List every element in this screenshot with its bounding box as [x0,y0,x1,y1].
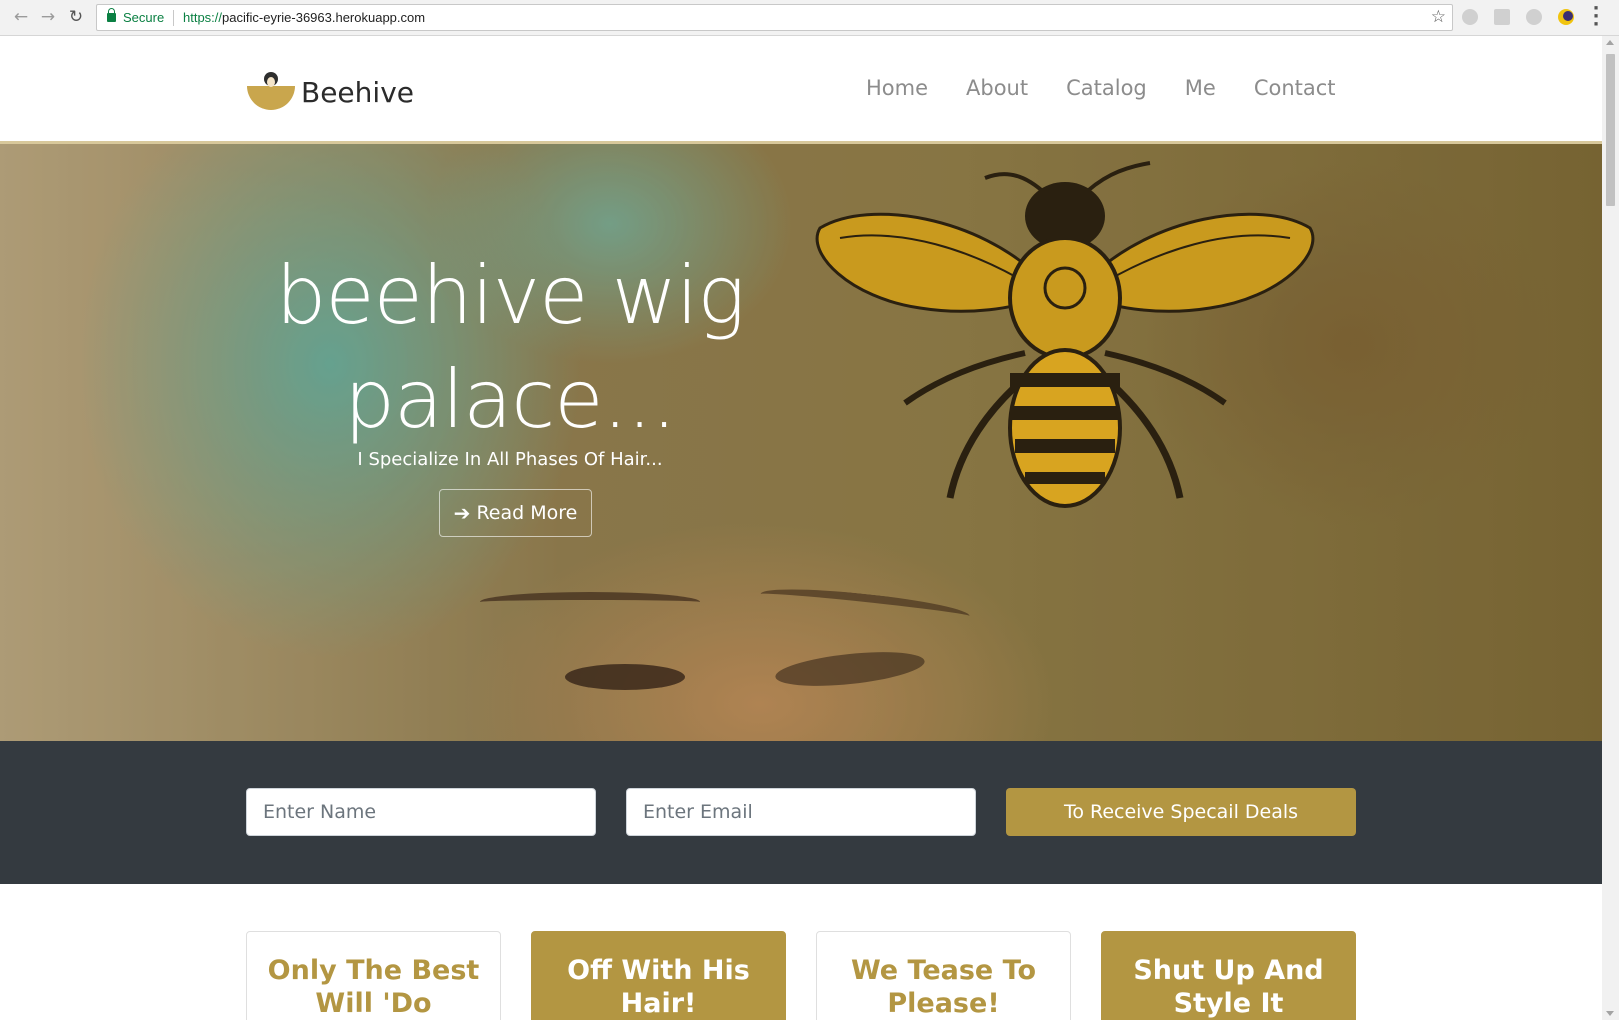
browser-toolbar: ← → ↻ Secure https://pacific-eyrie-36963… [0,0,1619,36]
scroll-up-arrow-icon[interactable] [1606,40,1614,45]
hero-title-line1: beehive wig [275,249,746,342]
card-title-line: We Tease To [850,955,1037,986]
scroll-thumb[interactable] [1606,54,1615,206]
hero-photo-detail [480,592,700,612]
bee-illustration-icon [815,161,1315,508]
brand-name: Beehive [301,75,414,109]
site-navbar: Beehive Home About Catalog Me Contact [0,36,1602,144]
feature-card: Shut Up And Style It [1101,931,1356,1020]
nav-link-me[interactable]: Me [1185,76,1216,100]
extension-icon[interactable] [1526,9,1542,25]
lock-icon [107,8,116,22]
hero-title-line2: palace... [344,353,677,446]
browser-menu-icon[interactable]: · · · [1591,0,1601,34]
address-divider [173,10,174,26]
hero-title: beehive wig palace... [240,244,780,452]
nav-link-home[interactable]: Home [866,76,928,100]
reload-icon[interactable]: ↻ [66,7,86,27]
feature-card: Only The Best Will 'Do [246,931,501,1020]
page-scrollbar[interactable] [1602,36,1619,1020]
arrow-right-icon: ➔ [453,501,471,525]
read-more-label: Read More [476,502,578,524]
hero-banner: beehive wig palace... I Specialize In Al… [0,144,1602,741]
beehive-logo-icon [247,72,295,112]
url-host: pacific-eyrie-36963.herokuapp.com [222,10,426,25]
bookmark-star-icon[interactable]: ☆ [1431,7,1446,27]
feature-card: Off With His Hair! [531,931,786,1020]
nav-links: Home About Catalog Me Contact [866,76,1374,100]
nav-link-catalog[interactable]: Catalog [1066,76,1147,100]
card-title-line: Only The Best [267,955,480,986]
read-more-button[interactable]: ➔ Read More [439,489,592,537]
nav-link-contact[interactable]: Contact [1254,76,1336,100]
subscribe-button[interactable]: To Receive Specail Deals [1006,788,1356,836]
secure-label: Secure [123,10,165,25]
card-title-line: Please! [887,988,1000,1019]
brand[interactable]: Beehive [247,72,414,112]
feature-card: We Tease To Please! [816,931,1071,1020]
subscribe-band: To Receive Specail Deals [0,741,1602,884]
back-arrow-icon[interactable]: ← [11,7,31,27]
extension-icon[interactable] [1462,9,1478,25]
name-input[interactable] [246,788,596,836]
feature-cards: Only The Best Will 'Do Off With His Hair… [0,884,1602,1020]
url-scheme: https:// [183,10,223,25]
card-title-line: Will 'Do [315,988,432,1019]
nav-link-about[interactable]: About [966,76,1028,100]
extension-icon[interactable] [1494,9,1510,25]
card-title-line: Off With His [567,955,750,986]
url-text: https://pacific-eyrie-36963.herokuapp.co… [183,10,425,25]
page-viewport: Beehive Home About Catalog Me Contact be… [0,36,1602,1020]
card-title-line: Shut Up And [1133,955,1324,986]
forward-arrow-icon[interactable]: → [38,7,58,27]
hero-subtitle: I Specialize In All Phases Of Hair... [357,449,663,470]
night-mode-extension-icon[interactable] [1558,9,1574,25]
hero-photo-detail [565,664,685,690]
address-bar[interactable]: Secure https://pacific-eyrie-36963.herok… [96,4,1453,31]
scroll-down-arrow-icon[interactable] [1606,1011,1614,1016]
card-title-line: Style It [1173,988,1284,1019]
email-input[interactable] [626,788,976,836]
card-title-line: Hair! [620,988,697,1019]
